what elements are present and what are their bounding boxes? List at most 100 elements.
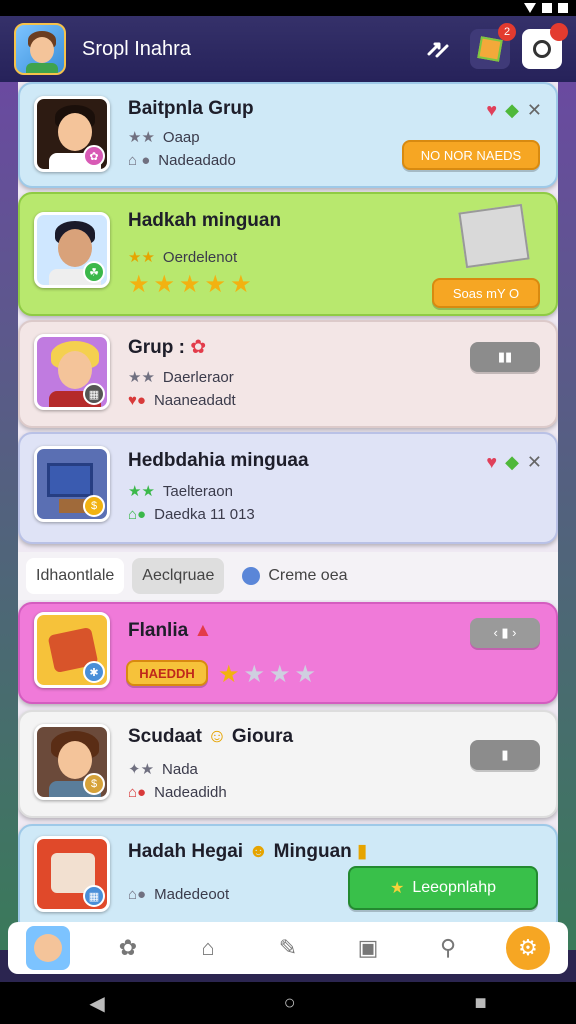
card-subtitle: ★★ Oerdelenot: [128, 249, 238, 266]
heart-icon[interactable]: ♥: [486, 100, 497, 121]
nav-settings[interactable]: ⚙: [506, 926, 550, 970]
card-actions: ♥ ◆ ✕: [486, 100, 542, 121]
group-thumbnail: ☘: [34, 212, 110, 288]
group-badge-icon: ✱: [83, 661, 105, 683]
flower-icon: ✿: [190, 337, 207, 358]
group-card[interactable]: ▦ Hadah Hegai ☻ Minguan ▮ ⌂● Madedeoot ★ L…: [18, 824, 558, 922]
card-title: Hadkah minguan: [128, 210, 282, 231]
close-icon[interactable]: ✕: [527, 452, 542, 473]
cup-icon: ▮: [357, 841, 368, 862]
group-thumbnail: ▦: [34, 836, 110, 912]
group-card[interactable]: $ Hedbdahia minguaa ★★ Taelteraon ⌂● Daedk…: [18, 432, 558, 544]
box-icon: ▣: [357, 935, 379, 960]
group-thumbnail: ✱: [34, 612, 110, 688]
card-title: Grup : ✿: [128, 337, 207, 358]
coin-icon: $: [83, 773, 105, 795]
card-detail: ♥● Naaneadadt: [128, 392, 236, 409]
app-bar: Sropl Inahra 2: [0, 16, 576, 82]
close-icon[interactable]: ✕: [527, 100, 542, 121]
camera-icon[interactable]: [522, 23, 568, 69]
back-icon[interactable]: ◀: [89, 991, 104, 1016]
avatar[interactable]: [14, 23, 66, 75]
bottom-nav: ✿ ⌂ ✎ ▣ ⚲ ⚙: [8, 922, 568, 974]
rating-stars: ★★★★: [218, 661, 321, 688]
wifi-icon: [524, 3, 536, 13]
status-bar: [0, 0, 576, 16]
avatar-icon: [34, 934, 62, 962]
gem-icon[interactable]: ◆: [505, 100, 519, 121]
card-subtitle: ✦★ Nada: [128, 761, 198, 778]
filter-tab-active[interactable]: Aeclqruae: [132, 558, 225, 594]
card-subtitle: ★★ Oaap: [128, 129, 200, 146]
home-button-icon[interactable]: ○: [284, 992, 296, 1015]
gem-icon[interactable]: ◆: [505, 452, 519, 473]
card-detail: ⌂● Daedka 11 013: [128, 506, 255, 523]
battery-icon: [558, 3, 568, 13]
search-icon: ⚲: [439, 935, 457, 960]
nav-profile[interactable]: [26, 926, 70, 970]
group-list[interactable]: ✿ Baitpnla Grup ★★ Oaap ⌂ ● Nadeadado ♥ ◆ …: [18, 82, 558, 922]
star-icon: ★: [390, 880, 405, 897]
group-card[interactable]: $ Scudaat ☺ Gioura ✦★ Nada ⌂● Nadeadidh ▮: [18, 710, 558, 818]
card-detail: ⌂● Nadeadidh: [128, 784, 227, 801]
smile-icon: ☻: [248, 841, 269, 862]
user-icon: [242, 567, 261, 585]
card-detail: ⌂ ● Nadeadado: [128, 152, 236, 169]
group-card[interactable]: ▦ Grup : ✿ ★★ Daerleraor ♥● Naaneadadt ▮▮: [18, 320, 558, 428]
notification-badge: 2: [498, 23, 516, 41]
signal-icon: [542, 3, 552, 13]
groups-icon: ✿: [118, 935, 138, 960]
background-left: [0, 82, 18, 950]
primary-action-button[interactable]: ★ Leeopnlahp: [348, 866, 538, 910]
group-badge-icon: ☘: [83, 261, 105, 283]
smile-icon: ☺: [207, 726, 227, 747]
filter-tab[interactable]: Creme oea: [232, 558, 357, 594]
nav-chat[interactable]: ✎: [266, 926, 310, 970]
share-icon[interactable]: [418, 29, 458, 69]
rating-stars: ★★★★★: [128, 271, 256, 298]
filter-tab[interactable]: Idhaontlale: [26, 558, 125, 594]
join-button[interactable]: ▮: [470, 740, 540, 770]
system-nav-bar: ◀ ○ ■: [0, 982, 576, 1024]
nav-groups[interactable]: ✿: [106, 926, 150, 970]
card-title: Flanlia ▲: [128, 620, 213, 641]
filter-bar: Idhaontlale Aeclqruae Creme oea: [18, 552, 558, 600]
group-card[interactable]: ✿ Baitpnla Grup ★★ Oaap ⌂ ● Nadeadado ♥ ◆ …: [18, 82, 558, 188]
group-thumbnail: ✿: [34, 96, 110, 172]
settings-icon: ⚙: [518, 935, 538, 960]
nav-search[interactable]: ⚲: [426, 926, 470, 970]
home-icon: ⌂: [201, 935, 215, 960]
gift-box-icon: [458, 203, 530, 269]
group-thumbnail: $: [34, 724, 110, 800]
group-card[interactable]: ☘ Hadkah minguan ★★ Oerdelenot ★★★★★ Soas…: [18, 192, 558, 316]
card-actions: ♥ ◆ ✕: [486, 452, 542, 473]
cup-icon: ▲: [193, 620, 213, 641]
recents-icon[interactable]: ■: [474, 992, 486, 1015]
card-action-button[interactable]: NO NOR NAEDS: [402, 140, 540, 170]
background-right: [558, 82, 576, 950]
heart-icon[interactable]: ♥: [486, 452, 497, 473]
group-thumbnail: $: [34, 446, 110, 522]
group-badge-icon: ▦: [83, 383, 105, 405]
card-title: Hadah Hegai ☻ Minguan ▮: [128, 841, 368, 862]
card-title: Hedbdahia minguaa: [128, 450, 309, 471]
app-title: Sropl Inahra: [82, 37, 191, 60]
chat-icon: ✎: [278, 935, 298, 960]
camera-badge: [550, 23, 568, 41]
card-detail: ⌂● Madedeoot: [128, 886, 230, 903]
group-badge-icon: ✿: [83, 145, 105, 167]
share-button[interactable]: ‹ ▮ ›: [470, 618, 540, 648]
nav-home[interactable]: ⌂: [186, 926, 230, 970]
card-subtitle: ★★ Daerleraor: [128, 369, 234, 386]
card-title: Scudaat ☺ Gioura: [128, 726, 294, 747]
group-thumbnail: ▦: [34, 334, 110, 410]
card-action-button[interactable]: Soas mY O: [432, 278, 540, 308]
nav-shop[interactable]: ▣: [346, 926, 390, 970]
join-button[interactable]: ▮▮: [470, 342, 540, 372]
card-subtitle: ★★ Taelteraon: [128, 483, 233, 500]
card-title: Baitpnla Grup: [128, 98, 254, 119]
tag-badge: HAEDDH: [126, 660, 208, 686]
cube-icon[interactable]: 2: [470, 23, 516, 69]
group-card[interactable]: ✱ Flanlia ▲ HAEDDH ★★★★ ‹ ▮ ›: [18, 602, 558, 704]
coin-icon: $: [83, 495, 105, 517]
